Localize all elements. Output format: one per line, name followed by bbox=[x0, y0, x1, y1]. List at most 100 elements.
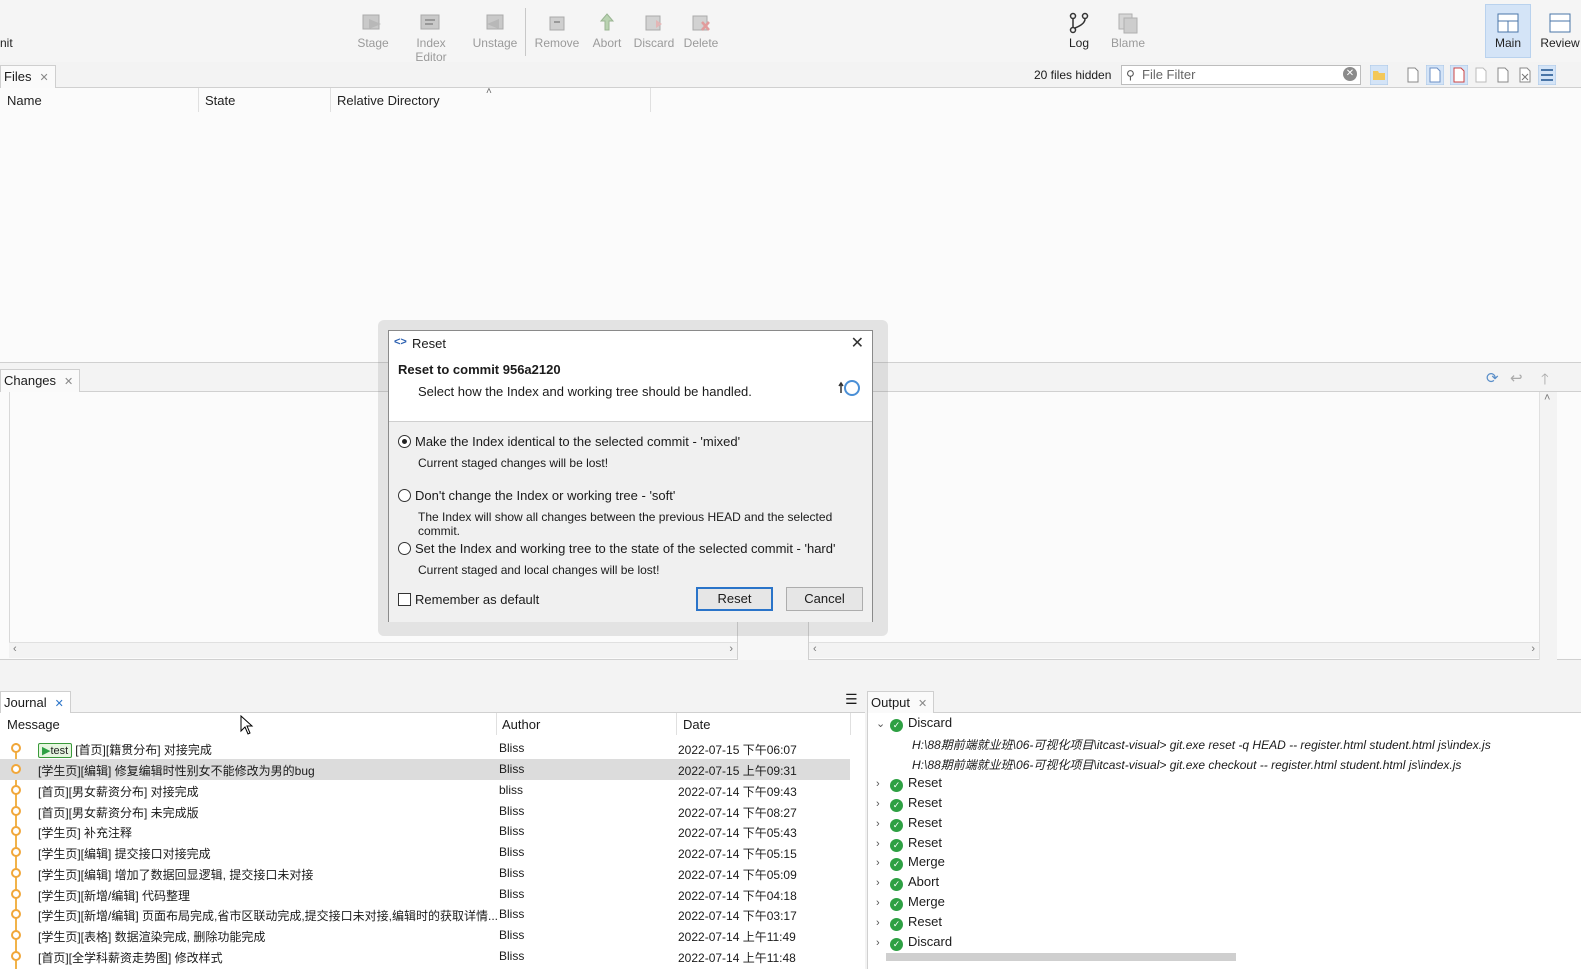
column-relative-directory[interactable]: Relative Directory bbox=[337, 93, 440, 108]
dialog-titlebar[interactable]: <> Reset ✕ bbox=[389, 331, 872, 355]
cancel-button[interactable]: Cancel bbox=[786, 587, 863, 611]
close-icon[interactable]: ✕ bbox=[64, 376, 73, 388]
conflict-file-icon[interactable] bbox=[1450, 65, 1468, 85]
column-message[interactable]: Message bbox=[7, 717, 60, 732]
output-horizontal-scrollbar[interactable] bbox=[886, 953, 1236, 961]
chevron-down-icon[interactable]: ⌄ bbox=[876, 717, 890, 730]
chevron-right-icon[interactable]: › bbox=[876, 877, 890, 889]
output-entry[interactable]: › ✓ Discard bbox=[876, 934, 952, 954]
mixed-radio[interactable]: Make the Index identical to the selected… bbox=[398, 434, 740, 449]
scroll-left-icon[interactable]: ‹ bbox=[13, 643, 17, 655]
review-view-button[interactable]: Review bbox=[1530, 8, 1581, 56]
output-entry[interactable]: › ✓ Reset bbox=[876, 914, 942, 934]
output-entry[interactable]: › ✓ Merge bbox=[876, 894, 945, 914]
radio-unselected-icon[interactable] bbox=[398, 542, 411, 555]
close-icon[interactable]: ✕ bbox=[851, 333, 864, 353]
clear-filter-icon[interactable]: ✕ bbox=[1343, 67, 1357, 81]
column-divider[interactable] bbox=[676, 713, 677, 735]
table-row[interactable]: [学生页][编辑] 提交接口对接完成 Bliss 2022-07-14 下午05… bbox=[0, 842, 850, 863]
column-divider[interactable] bbox=[496, 713, 497, 735]
blame-button[interactable]: Blame bbox=[1098, 8, 1158, 56]
table-row[interactable]: [学生页] 补充注释 Bliss 2022-07-14 下午05:43 bbox=[0, 821, 850, 842]
left-horizontal-scrollbar[interactable]: ‹ › bbox=[9, 642, 737, 658]
modified-file-icon[interactable] bbox=[1426, 65, 1444, 85]
chevron-right-icon[interactable]: › bbox=[876, 917, 890, 929]
column-divider[interactable] bbox=[330, 88, 331, 112]
table-row[interactable]: [学生页][表格] 数据渲染完成, 删除功能完成 Bliss 2022-07-1… bbox=[0, 925, 850, 946]
chevron-right-icon[interactable]: › bbox=[876, 818, 890, 830]
missing-file-icon[interactable] bbox=[1516, 65, 1534, 85]
column-name[interactable]: Name bbox=[7, 93, 42, 108]
commit-dot bbox=[11, 826, 21, 836]
column-date[interactable]: Date bbox=[683, 717, 710, 732]
chevron-right-icon[interactable]: › bbox=[876, 857, 890, 869]
chevron-right-icon[interactable]: › bbox=[876, 778, 890, 790]
scroll-right-icon[interactable]: › bbox=[729, 643, 733, 655]
tab-files[interactable]: Files ✕ bbox=[0, 65, 56, 88]
table-row[interactable]: [学生页][编辑] 增加了数据回显逻辑, 提交接口未对接 Bliss 2022-… bbox=[0, 863, 850, 884]
output-entry[interactable]: › ✓ Reset bbox=[876, 775, 942, 795]
reset-button[interactable]: Reset bbox=[696, 587, 773, 611]
flat-view-icon[interactable] bbox=[1538, 65, 1556, 85]
main-view-button[interactable]: Main bbox=[1478, 8, 1538, 56]
radio-unselected-icon[interactable] bbox=[398, 489, 411, 502]
output-entry[interactable]: › ✓ Reset bbox=[876, 795, 942, 815]
toolbar-clipped-label[interactable]: nit bbox=[0, 36, 13, 50]
chevron-right-icon[interactable]: › bbox=[876, 838, 890, 850]
refresh-icon[interactable]: ⟳ bbox=[1486, 369, 1499, 387]
output-entry-expanded[interactable]: ⌄ ✓ Discard bbox=[876, 715, 952, 735]
output-entry[interactable]: › ✓ Reset bbox=[876, 835, 942, 855]
column-divider[interactable] bbox=[850, 713, 851, 735]
file-icon[interactable] bbox=[1404, 65, 1422, 85]
chevron-right-icon[interactable]: › bbox=[876, 937, 890, 949]
file-filter-input[interactable]: ⚲ File Filter ✕ bbox=[1121, 65, 1361, 85]
table-row[interactable]: [首页][男女薪资分布] 对接完成 bliss 2022-07-14 下午09:… bbox=[0, 780, 850, 801]
undo-icon[interactable]: ↩ bbox=[1510, 369, 1523, 387]
tab-output[interactable]: Output ✕ bbox=[867, 691, 935, 714]
vertical-scrollbar[interactable]: ˄ bbox=[1539, 392, 1557, 660]
output-entry[interactable]: › ✓ Merge bbox=[876, 854, 945, 874]
stage-button[interactable]: Stage bbox=[343, 8, 403, 56]
ignored-file-icon[interactable] bbox=[1472, 65, 1490, 85]
menu-icon[interactable]: ☰ bbox=[845, 691, 858, 708]
column-divider[interactable] bbox=[650, 88, 651, 112]
close-icon[interactable]: ✕ bbox=[918, 698, 927, 710]
tab-journal[interactable]: Journal ✕ bbox=[0, 691, 71, 714]
files-hidden-count[interactable]: 20 files hidden bbox=[1034, 68, 1111, 82]
output-entry-label: Discard bbox=[908, 934, 953, 949]
column-divider[interactable] bbox=[198, 88, 199, 112]
column-author[interactable]: Author bbox=[502, 717, 540, 732]
delete-button[interactable]: Delete bbox=[671, 8, 731, 56]
scroll-right-icon[interactable]: › bbox=[1531, 643, 1535, 655]
right-horizontal-scrollbar[interactable]: ‹ › bbox=[809, 642, 1539, 658]
soft-radio[interactable]: Don't change the Index or working tree -… bbox=[398, 488, 675, 503]
untracked-file-icon[interactable] bbox=[1494, 65, 1512, 85]
scroll-up-icon[interactable]: ˄ bbox=[1544, 392, 1550, 404]
output-entry-label: Reset bbox=[908, 914, 942, 929]
column-state[interactable]: State bbox=[205, 93, 235, 108]
checkbox-icon[interactable] bbox=[398, 593, 411, 606]
scroll-left-icon[interactable]: ‹ bbox=[813, 643, 817, 655]
close-icon[interactable]: ✕ bbox=[55, 698, 64, 710]
unstage-button[interactable]: Unstage bbox=[465, 8, 525, 56]
index-editor-button[interactable]: Index Editor bbox=[401, 8, 461, 64]
table-row[interactable]: [首页][男女薪资分布] 未完成版 Bliss 2022-07-14 下午08:… bbox=[0, 801, 850, 822]
up-arrow-icon[interactable]: 🡑 bbox=[1541, 369, 1549, 394]
hard-radio[interactable]: Set the Index and working tree to the st… bbox=[398, 541, 835, 556]
chevron-right-icon[interactable]: › bbox=[876, 798, 890, 810]
table-row[interactable]: [首页][全学科薪资走势图] 修改样式 Bliss 2022-07-14 上午1… bbox=[0, 946, 850, 967]
chevron-right-icon[interactable]: › bbox=[876, 897, 890, 909]
output-entry-label: Reset bbox=[908, 815, 942, 830]
table-row[interactable]: ▶test [首页][籍贯分布] 对接完成 Bliss 2022-07-15 下午… bbox=[0, 738, 850, 759]
folder-icon[interactable] bbox=[1370, 65, 1388, 85]
table-row[interactable]: [学生页][新增/编辑] 页面布局完成,省市区联动完成,提交接口未对接,编辑时的… bbox=[0, 904, 850, 925]
output-entry[interactable]: › ✓ Reset bbox=[876, 815, 942, 835]
branch-tag[interactable]: ▶test bbox=[38, 743, 73, 758]
tab-changes[interactable]: Changes ✕ bbox=[0, 369, 81, 392]
table-row[interactable]: [学生页][编辑] 修复编辑时性别女不能修改为男的bug Bliss 2022-… bbox=[0, 759, 850, 780]
remember-default-checkbox[interactable]: Remember as default bbox=[398, 592, 539, 607]
table-row[interactable]: [学生页][新增/编辑] 代码整理 Bliss 2022-07-14 下午04:… bbox=[0, 884, 850, 905]
radio-selected-icon[interactable] bbox=[398, 435, 411, 448]
close-icon[interactable]: ✕ bbox=[39, 72, 48, 84]
output-entry[interactable]: › ✓ Abort bbox=[876, 874, 939, 894]
